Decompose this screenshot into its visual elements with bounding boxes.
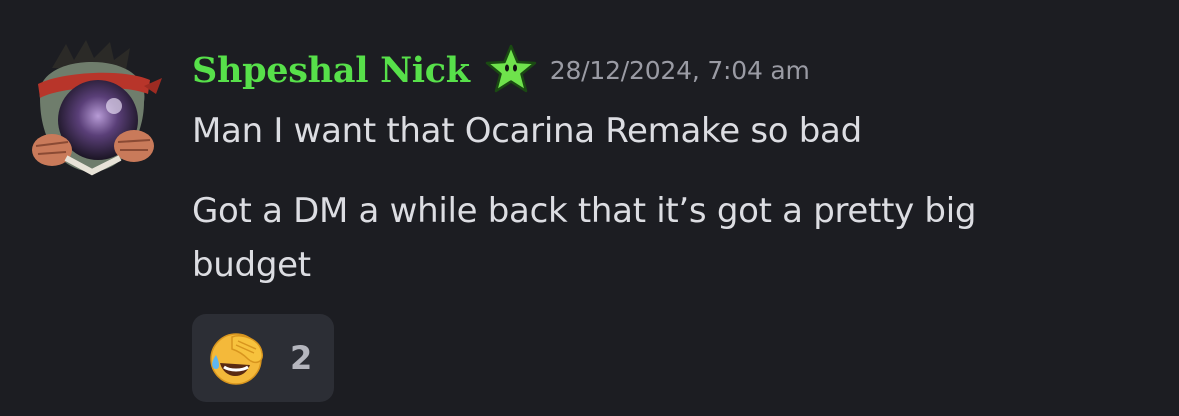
face-palm-laughing-emoji-icon bbox=[210, 333, 263, 385]
avatar[interactable] bbox=[22, 38, 162, 178]
message-header: Shpeshal Nick 28/12/2024, 7:04 am bbox=[192, 36, 1152, 104]
reaction-button[interactable]: 2 bbox=[192, 314, 334, 402]
message-text-line-2: Got a DM a while back that it’s got a pr… bbox=[192, 191, 977, 285]
username[interactable]: Shpeshal Nick bbox=[192, 50, 470, 91]
timestamp: 28/12/2024, 7:04 am bbox=[549, 55, 810, 85]
message-text-line-1: Man I want that Ocarina Remake so bad bbox=[192, 111, 862, 151]
green-star-icon bbox=[485, 44, 536, 93]
chat-message: Shpeshal Nick 28/12/2024, 7:04 am Man I … bbox=[0, 0, 1179, 416]
reaction-count: 2 bbox=[290, 339, 313, 377]
